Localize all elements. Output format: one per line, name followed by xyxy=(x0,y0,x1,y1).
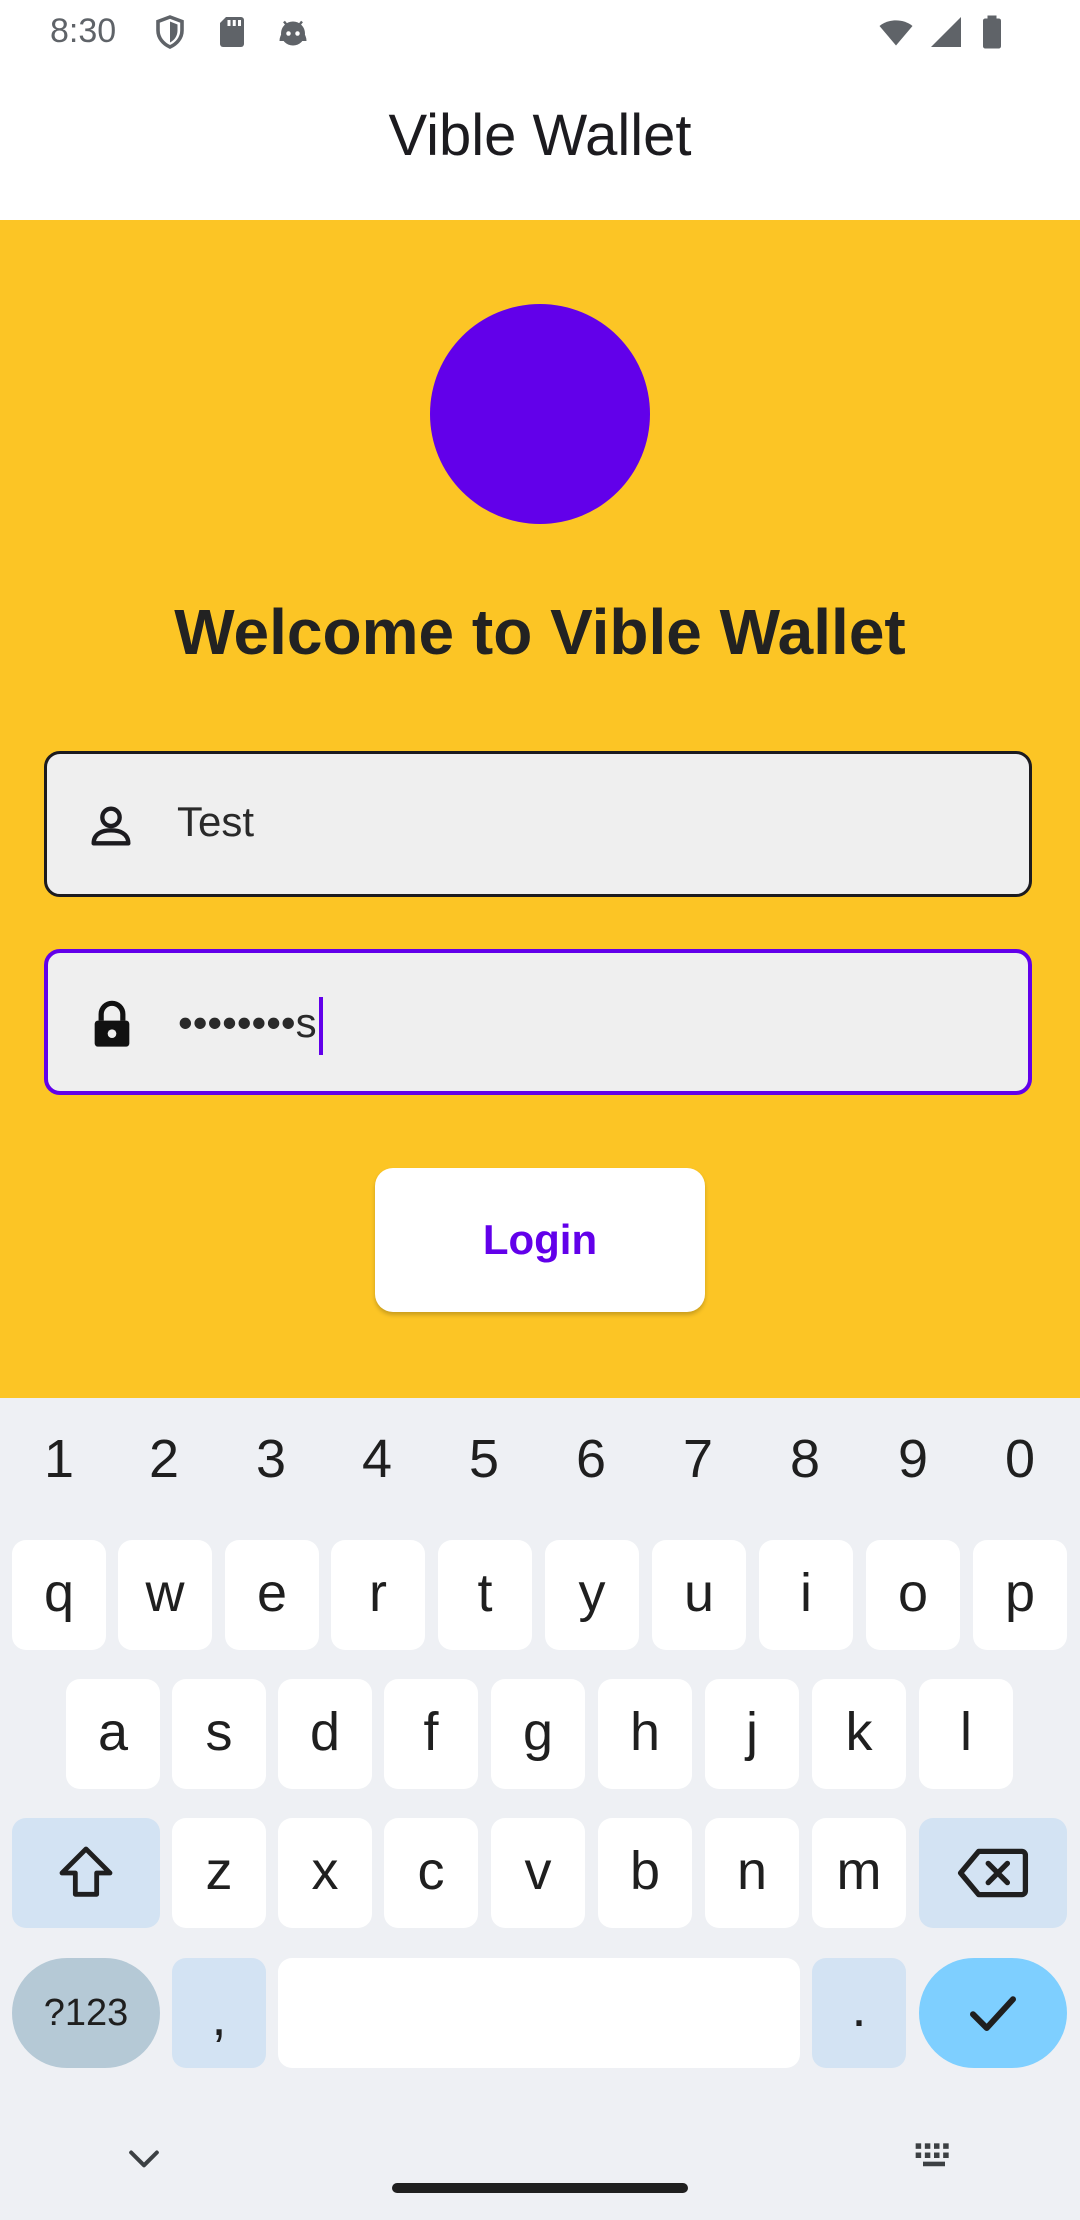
password-text: ••••••••s xyxy=(178,999,317,1047)
shield-icon xyxy=(156,15,184,49)
key-t[interactable]: t xyxy=(438,1540,532,1650)
username-field[interactable]: Test xyxy=(44,751,1032,897)
key-a[interactable]: a xyxy=(66,1679,160,1789)
wifi-icon xyxy=(879,20,913,46)
chevron-down-icon[interactable] xyxy=(122,2136,166,2180)
comma-key[interactable]: , xyxy=(172,1958,266,2068)
login-button[interactable]: Login xyxy=(375,1168,705,1312)
app-bar: Vible Wallet xyxy=(0,66,1080,220)
key-v[interactable]: v xyxy=(491,1818,585,1928)
key-s[interactable]: s xyxy=(172,1679,266,1789)
person-icon xyxy=(91,806,131,846)
key-1[interactable]: 1 xyxy=(5,1428,113,1490)
key-3[interactable]: 3 xyxy=(217,1428,325,1490)
password-value: ••••••••s xyxy=(178,997,323,1055)
battery-icon xyxy=(983,15,1001,49)
key-e[interactable]: e xyxy=(225,1540,319,1650)
lock-icon xyxy=(94,1000,130,1047)
key-6[interactable]: 6 xyxy=(537,1428,645,1490)
keyboard-switch-icon[interactable] xyxy=(912,2136,956,2180)
key-7[interactable]: 7 xyxy=(644,1428,752,1490)
key-q[interactable]: q xyxy=(12,1540,106,1650)
key-0[interactable]: 0 xyxy=(966,1428,1074,1490)
signal-icon xyxy=(931,17,961,47)
key-m[interactable]: m xyxy=(812,1818,906,1928)
welcome-heading: Welcome to Vible Wallet xyxy=(174,596,906,668)
app-title: Vible Wallet xyxy=(388,103,692,168)
key-l[interactable]: l xyxy=(919,1679,1013,1789)
key-d[interactable]: d xyxy=(278,1679,372,1789)
status-time: 8:30 xyxy=(50,12,117,50)
space-key[interactable] xyxy=(278,1958,800,2068)
key-i[interactable]: i xyxy=(759,1540,853,1650)
key-b[interactable]: b xyxy=(598,1818,692,1928)
key-c[interactable]: c xyxy=(384,1818,478,1928)
key-g[interactable]: g xyxy=(491,1679,585,1789)
sd-card-icon xyxy=(220,17,244,47)
key-9[interactable]: 9 xyxy=(859,1428,967,1490)
key-4[interactable]: 4 xyxy=(323,1428,431,1490)
key-2[interactable]: 2 xyxy=(110,1428,218,1490)
key-k[interactable]: k xyxy=(812,1679,906,1789)
backspace-icon xyxy=(957,1848,1029,1898)
symbols-key[interactable]: ?123 xyxy=(12,1958,160,2068)
check-icon xyxy=(970,1996,1016,2031)
enter-key[interactable] xyxy=(919,1958,1067,2068)
key-n[interactable]: n xyxy=(705,1818,799,1928)
keyboard-number-row: 1 2 3 4 5 6 7 8 9 0 xyxy=(0,1428,1080,1490)
text-cursor xyxy=(318,997,323,1055)
password-field[interactable]: ••••••••s xyxy=(44,949,1032,1095)
backspace-key[interactable] xyxy=(919,1818,1067,1928)
period-key[interactable]: . xyxy=(812,1958,906,2068)
key-r[interactable]: r xyxy=(331,1540,425,1650)
key-o[interactable]: o xyxy=(866,1540,960,1650)
key-y[interactable]: y xyxy=(545,1540,639,1650)
key-x[interactable]: x xyxy=(278,1818,372,1928)
home-indicator[interactable] xyxy=(392,2183,688,2193)
login-panel: Welcome to Vible Wallet Test ••••••••s L… xyxy=(0,220,1080,1398)
key-8[interactable]: 8 xyxy=(751,1428,859,1490)
key-j[interactable]: j xyxy=(705,1679,799,1789)
android-head-icon xyxy=(279,20,307,46)
key-f[interactable]: f xyxy=(384,1679,478,1789)
key-z[interactable]: z xyxy=(172,1818,266,1928)
keyboard: 1 2 3 4 5 6 7 8 9 0 q w e r t y u i o p … xyxy=(0,1398,1080,2220)
key-5[interactable]: 5 xyxy=(430,1428,538,1490)
screen: 8:30 Vible Wallet Welcome to Vible Walle… xyxy=(0,0,1080,2220)
username-value: Test xyxy=(177,798,255,845)
key-w[interactable]: w xyxy=(118,1540,212,1650)
shift-key[interactable] xyxy=(12,1818,160,1928)
shift-arrow-icon xyxy=(59,1846,113,1897)
key-p[interactable]: p xyxy=(973,1540,1067,1650)
key-u[interactable]: u xyxy=(652,1540,746,1650)
key-h[interactable]: h xyxy=(598,1679,692,1789)
status-bar: 8:30 xyxy=(0,0,1080,66)
avatar xyxy=(430,304,650,524)
